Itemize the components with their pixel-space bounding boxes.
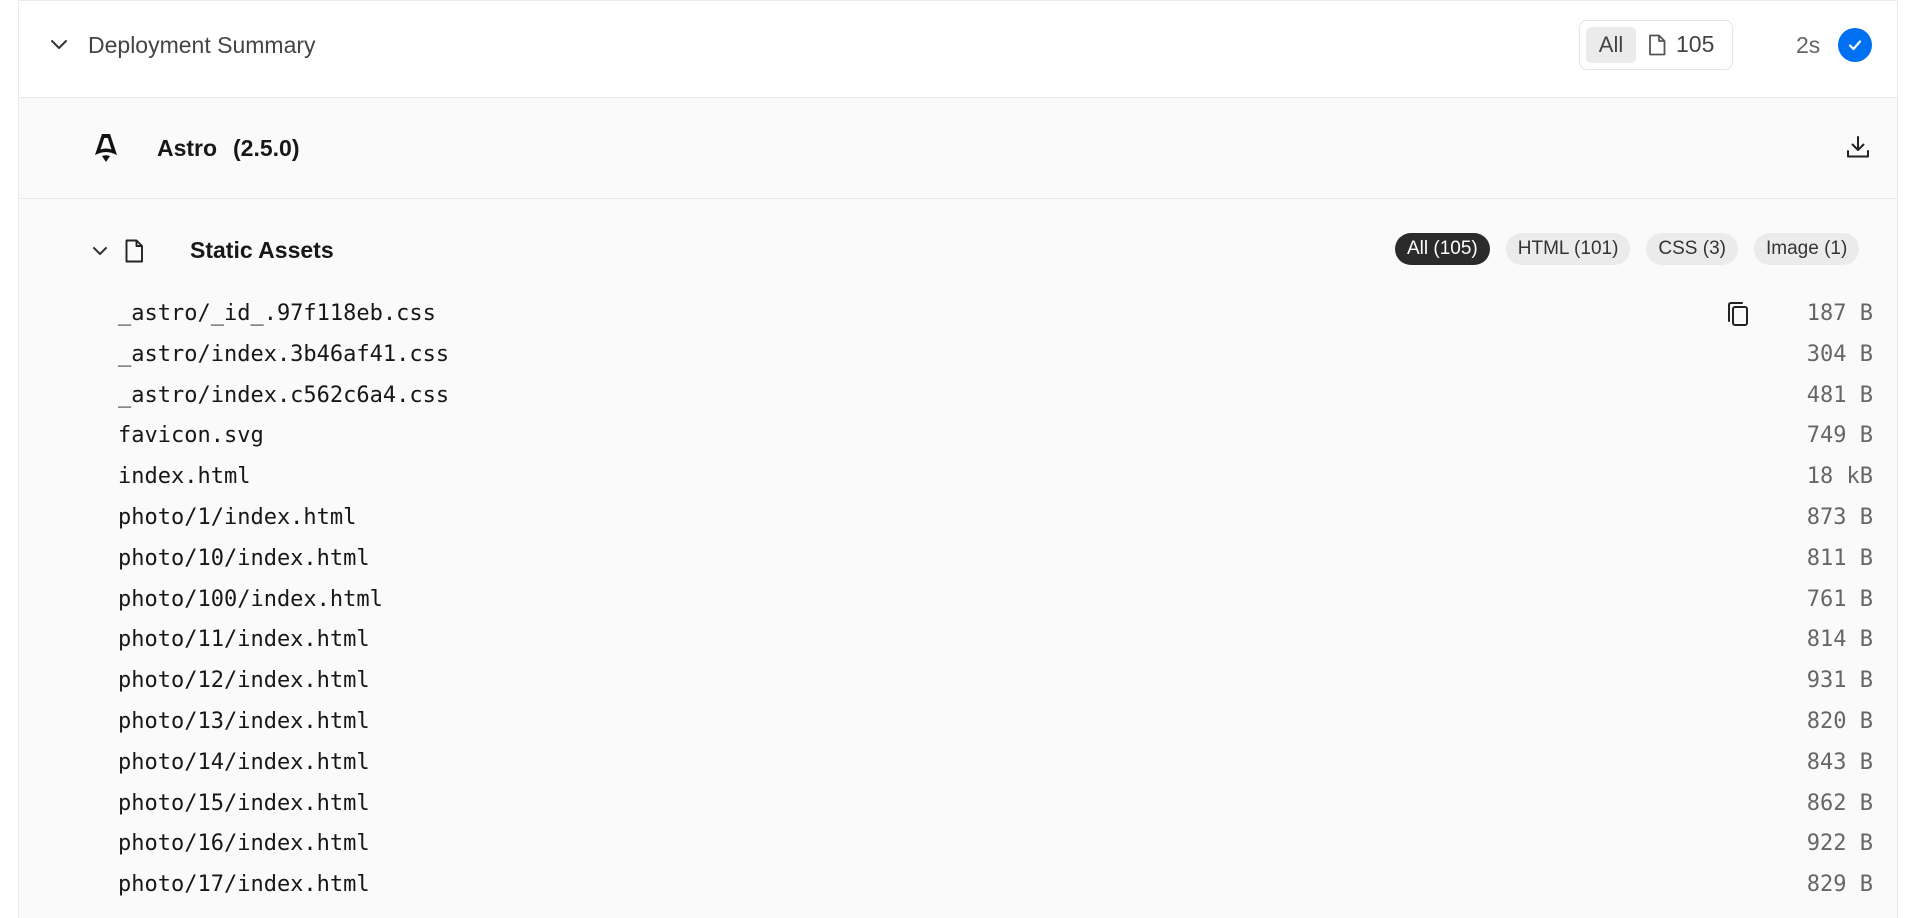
static-assets-header[interactable]: Static Assets All (105) HTML (101) CSS (… — [19, 199, 1897, 299]
file-path[interactable]: photo/1/index.html — [118, 505, 356, 530]
file-size: 922 B — [1806, 831, 1873, 857]
deployment-summary-panel: Deployment Summary All 105 2s Astro (2.5… — [18, 0, 1898, 918]
list-item[interactable]: _astro/index.3b46af41.css 304 B — [19, 338, 1897, 379]
deployment-summary-header[interactable]: Deployment Summary All 105 2s — [19, 1, 1897, 98]
file-size: 931 B — [1806, 668, 1873, 694]
file-size: 761 B — [1806, 586, 1873, 612]
file-count-toggle[interactable]: All 105 — [1579, 20, 1733, 70]
chevron-down-icon[interactable] — [91, 242, 109, 260]
framework-row: Astro (2.5.0) — [19, 98, 1897, 199]
file-icon — [1649, 34, 1666, 56]
file-path[interactable]: photo/16/index.html — [118, 831, 370, 856]
file-icon — [125, 239, 143, 263]
filter-chip-all[interactable]: All (105) — [1395, 233, 1490, 265]
file-size: 814 B — [1806, 627, 1873, 653]
list-item[interactable]: photo/14/index.html 843 B — [19, 746, 1897, 787]
file-path[interactable]: photo/15/index.html — [118, 791, 370, 816]
file-size: 481 B — [1806, 382, 1873, 408]
list-item[interactable]: index.html 18 kB — [19, 460, 1897, 501]
asset-type-filters: All (105) HTML (101) CSS (3) Image (1) — [1395, 233, 1860, 265]
list-item[interactable]: _astro/_id_.97f118eb.css 187 B — [19, 297, 1897, 338]
success-check-icon — [1838, 28, 1872, 62]
list-item[interactable]: photo/13/index.html 820 B — [19, 705, 1897, 746]
file-size: 749 B — [1806, 423, 1873, 449]
framework-version: (2.5.0) — [233, 135, 300, 161]
file-size: 829 B — [1806, 872, 1873, 898]
list-item[interactable]: photo/12/index.html 931 B — [19, 664, 1897, 705]
file-size: 862 B — [1806, 790, 1873, 816]
list-item[interactable]: photo/100/index.html 761 B — [19, 583, 1897, 624]
file-path[interactable]: photo/100/index.html — [118, 587, 383, 612]
list-item[interactable]: favicon.svg 749 B — [19, 419, 1897, 460]
file-list: _astro/_id_.97f118eb.css 187 B _astro/in… — [19, 297, 1897, 909]
file-path[interactable]: photo/12/index.html — [118, 668, 370, 693]
file-size: 873 B — [1806, 504, 1873, 530]
file-path[interactable]: favicon.svg — [118, 423, 264, 448]
list-item[interactable]: photo/15/index.html 862 B — [19, 787, 1897, 828]
file-size: 304 B — [1806, 341, 1873, 367]
list-item[interactable]: photo/16/index.html 922 B — [19, 827, 1897, 868]
file-path[interactable]: photo/17/index.html — [118, 872, 370, 897]
file-size: 187 B — [1806, 301, 1873, 326]
chevron-down-icon[interactable] — [49, 35, 69, 55]
file-path[interactable]: photo/13/index.html — [118, 709, 370, 734]
file-path[interactable]: photo/11/index.html — [118, 627, 370, 652]
list-item[interactable]: photo/17/index.html 829 B — [19, 868, 1897, 909]
list-item[interactable]: photo/11/index.html 814 B — [19, 623, 1897, 664]
filter-chip-html[interactable]: HTML (101) — [1505, 233, 1631, 265]
build-duration: 2s — [1796, 32, 1821, 58]
file-path[interactable]: index.html — [118, 464, 250, 489]
astro-logo-icon — [95, 134, 117, 162]
filter-chip-image[interactable]: Image (1) — [1753, 233, 1860, 265]
list-item[interactable]: photo/1/index.html 873 B — [19, 501, 1897, 542]
file-size: 811 B — [1806, 545, 1873, 571]
file-size: 18 kB — [1806, 464, 1873, 490]
file-path[interactable]: photo/10/index.html — [118, 546, 370, 571]
copy-icon[interactable] — [1725, 300, 1751, 328]
download-icon[interactable] — [1845, 134, 1871, 160]
file-path[interactable]: photo/14/index.html — [118, 750, 370, 775]
file-size: 843 B — [1806, 749, 1873, 775]
deployment-summary-title: Deployment Summary — [88, 32, 316, 58]
list-item[interactable]: photo/10/index.html 811 B — [19, 542, 1897, 583]
file-path[interactable]: _astro/_id_.97f118eb.css — [118, 301, 436, 326]
filter-all-button[interactable]: All — [1586, 27, 1636, 63]
list-item[interactable]: _astro/index.c562c6a4.css 481 B — [19, 379, 1897, 420]
file-count: 105 — [1676, 31, 1715, 57]
file-size: 820 B — [1806, 708, 1873, 734]
framework-name: Astro — [157, 135, 218, 161]
file-path[interactable]: _astro/index.c562c6a4.css — [118, 383, 449, 408]
static-assets-title: Static Assets — [190, 237, 334, 263]
filter-chip-css[interactable]: CSS (3) — [1646, 233, 1738, 265]
file-path[interactable]: _astro/index.3b46af41.css — [118, 342, 449, 367]
